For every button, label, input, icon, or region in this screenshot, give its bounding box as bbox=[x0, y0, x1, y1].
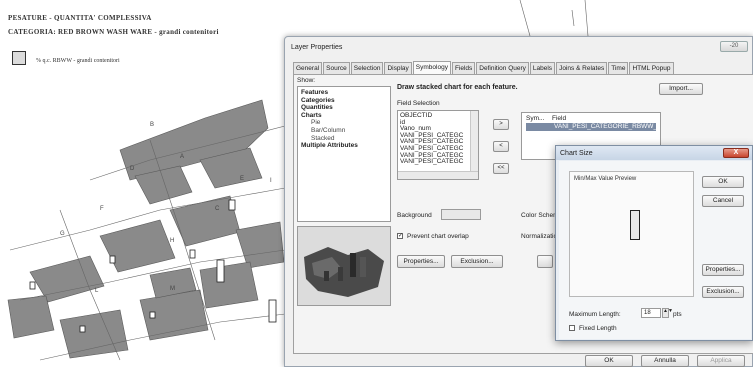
building-block bbox=[235, 221, 285, 269]
tab-html-popup[interactable]: HTML Popup bbox=[629, 62, 674, 74]
background-color-picker[interactable] bbox=[441, 209, 481, 220]
tree-item-multiple-attributes[interactable]: Multiple Attributes bbox=[301, 142, 387, 150]
chart-size-body: Min/Max Value Preview OK Cancel Properti… bbox=[559, 161, 751, 339]
preview-label: Min/Max Value Preview bbox=[574, 176, 637, 182]
chart-symbol bbox=[216, 259, 225, 283]
chart-symbol bbox=[268, 299, 277, 323]
building-block bbox=[199, 261, 259, 309]
selected-field-row[interactable]: VANI_PESI_CATEGORIE_RBWW_ bbox=[526, 123, 658, 131]
street-line bbox=[584, 0, 589, 37]
tree-item-charts[interactable]: Charts bbox=[301, 112, 387, 120]
field-item[interactable]: VANI_PESI_CATEGC bbox=[400, 159, 476, 166]
street-line bbox=[571, 9, 575, 27]
chart-symbol bbox=[149, 311, 156, 319]
chart-symbol bbox=[29, 281, 36, 290]
chart-symbol bbox=[109, 255, 116, 264]
chart-size-title: Chart Size bbox=[560, 150, 593, 157]
tab-symbology[interactable]: Symbology bbox=[412, 61, 451, 74]
street-line bbox=[519, 0, 531, 37]
field-item[interactable]: OBJECTID bbox=[400, 112, 476, 120]
min-max-preview: Min/Max Value Preview bbox=[569, 171, 694, 297]
symbology-type-tree: Features Categories Quantities Charts Pi… bbox=[297, 86, 391, 222]
tab-definition-query[interactable]: Definition Query bbox=[476, 62, 529, 74]
sym-column-header: Sym... bbox=[526, 115, 545, 122]
tree-item-categories[interactable]: Categories bbox=[301, 97, 387, 105]
fixed-length-label: Fixed Length bbox=[579, 325, 617, 332]
tab-joins-relates[interactable]: Joins & Relates bbox=[556, 62, 608, 74]
tree-item-quantities[interactable]: Quantities bbox=[301, 104, 387, 112]
field-column-header: Field bbox=[552, 115, 567, 122]
chart-size-exclusion-button[interactable]: Exclusion... bbox=[702, 286, 744, 298]
chart-size-dialog: Chart Size X Min/Max Value Preview OK Ca… bbox=[555, 145, 753, 341]
sector-letter-l: L bbox=[95, 288, 99, 294]
building-block bbox=[7, 295, 55, 339]
selected-field-name: VANI_PESI_CATEGORIE_RBWW_ bbox=[554, 123, 658, 130]
max-length-input[interactable]: 18 bbox=[641, 308, 661, 318]
import-button[interactable]: Import... bbox=[659, 83, 703, 95]
ok-button[interactable]: OK bbox=[585, 355, 633, 367]
add-field-button[interactable]: > bbox=[493, 119, 509, 130]
exclusion-button[interactable]: Exclusion... bbox=[451, 255, 503, 268]
tree-item-bar-column[interactable]: Bar/Column bbox=[301, 127, 387, 135]
prevent-overlap-label: Prevent chart overlap bbox=[407, 233, 469, 240]
chart-symbol bbox=[79, 325, 86, 333]
chart-size-properties-button[interactable]: Properties... bbox=[702, 264, 744, 276]
tab-display[interactable]: Display bbox=[384, 62, 412, 74]
apply-button[interactable]: Applica bbox=[697, 355, 745, 367]
tab-fields[interactable]: Fields bbox=[451, 62, 476, 74]
tree-item-stacked[interactable]: Stacked bbox=[301, 135, 387, 143]
tree-item-features[interactable]: Features bbox=[301, 89, 387, 97]
sector-letter-h: H bbox=[170, 238, 174, 244]
tree-item-pie[interactable]: Pie bbox=[301, 119, 387, 127]
chart-symbol bbox=[228, 199, 236, 211]
sector-letter-c: C bbox=[215, 206, 220, 212]
chart-size-cancel-button[interactable]: Cancel bbox=[702, 195, 744, 207]
building-block bbox=[29, 255, 105, 303]
building-block bbox=[99, 219, 176, 273]
symbology-heading: Draw stacked chart for each feature. bbox=[397, 84, 518, 91]
field-list: OBJECTID id Vano_num VANI_PESI_CATEGC VA… bbox=[397, 110, 479, 180]
sector-letter-f: F bbox=[100, 206, 104, 212]
field-list-vertical-scrollbar[interactable] bbox=[470, 111, 478, 179]
building-block bbox=[59, 309, 129, 359]
fixed-length-checkbox[interactable] bbox=[569, 325, 575, 331]
chart-symbol bbox=[189, 249, 196, 259]
sector-letter-e: E bbox=[240, 176, 244, 182]
tab-selection[interactable]: Selection bbox=[350, 62, 384, 74]
background-label: Background bbox=[397, 212, 432, 219]
sector-letter-d: D bbox=[130, 166, 135, 172]
sector-letter-a: A bbox=[180, 154, 184, 160]
tab-general[interactable]: General bbox=[293, 62, 323, 74]
sector-letter-i: I bbox=[270, 178, 272, 184]
preview-bar-symbol bbox=[630, 210, 640, 240]
field-selection-label: Field Selection bbox=[397, 100, 440, 107]
sector-letter-g: G bbox=[60, 231, 65, 237]
max-length-unit: pts bbox=[673, 311, 682, 318]
max-length-spinner[interactable]: ▲▼ bbox=[662, 308, 673, 318]
hidden-button[interactable] bbox=[537, 255, 553, 268]
remove-all-fields-button[interactable]: << bbox=[493, 163, 509, 174]
cancel-button[interactable]: Annulla bbox=[641, 355, 689, 367]
prevent-overlap-checkbox[interactable]: ✓ bbox=[397, 233, 403, 239]
close-icon[interactable]: X bbox=[723, 148, 749, 158]
window-control-button[interactable]: -20 bbox=[720, 41, 748, 52]
max-length-label: Maximum Length: bbox=[569, 311, 621, 318]
properties-button[interactable]: Properties... bbox=[397, 255, 445, 268]
chart-size-ok-button[interactable]: OK bbox=[702, 176, 744, 188]
sector-letter-b: B bbox=[150, 122, 154, 128]
tab-time[interactable]: Time bbox=[608, 62, 629, 74]
tab-bar: General Source Selection Display Symbolo… bbox=[293, 61, 675, 74]
field-list-horizontal-scrollbar[interactable] bbox=[398, 171, 478, 179]
sector-letter-m: M bbox=[170, 286, 175, 292]
show-label: Show: bbox=[297, 77, 316, 84]
tab-labels[interactable]: Labels bbox=[529, 62, 556, 74]
dialog-title: Layer Properties bbox=[291, 44, 343, 51]
tab-source[interactable]: Source bbox=[323, 62, 350, 74]
symbology-preview-image bbox=[297, 226, 391, 306]
chart-size-titlebar[interactable]: Chart Size X bbox=[556, 146, 752, 160]
remove-field-button[interactable]: < bbox=[493, 141, 509, 152]
